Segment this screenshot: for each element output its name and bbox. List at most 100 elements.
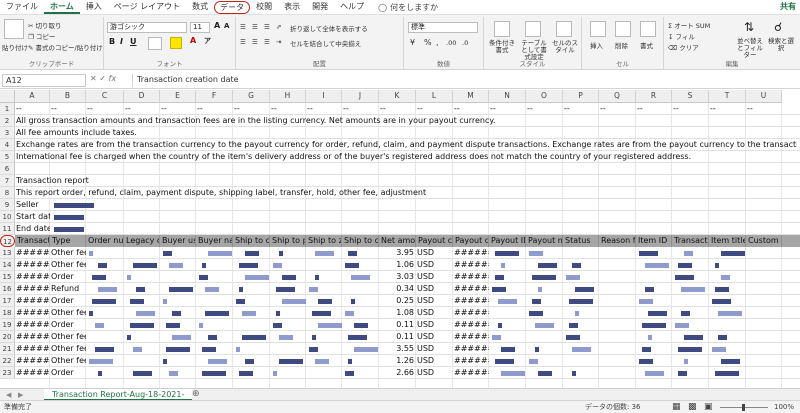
cell-styles-button[interactable]: セルのスタイル <box>550 40 580 54</box>
column-header[interactable]: P <box>563 90 599 103</box>
payout-date[interactable]: ######## <box>453 271 489 283</box>
page-break-view-icon[interactable]: ▣ <box>704 401 713 413</box>
note-text[interactable]: All gross transaction amounts and transa… <box>15 115 797 127</box>
transaction-date[interactable]: ######## <box>15 295 50 307</box>
underline-button[interactable]: U <box>130 37 137 46</box>
payout-currency[interactable]: USD <box>416 307 453 319</box>
row-header[interactable]: 2 <box>0 115 15 127</box>
cell-row1[interactable]: -- <box>160 103 196 115</box>
align-left-icon[interactable]: ☰ <box>240 38 246 46</box>
cell-row1[interactable]: -- <box>746 103 782 115</box>
net-amount[interactable]: 1.26 <box>379 355 416 367</box>
border-icon[interactable] <box>148 37 162 50</box>
paste-button[interactable]: 貼り付け <box>2 42 28 52</box>
payout-date[interactable]: ######## <box>453 355 489 367</box>
column-header[interactable]: K <box>379 90 416 103</box>
header-cell[interactable]: Buyer use <box>160 235 196 247</box>
column-header[interactable]: B <box>50 90 86 103</box>
cell-row1[interactable]: -- <box>196 103 233 115</box>
clear-button[interactable]: ⌫ クリア <box>668 42 699 52</box>
row-header[interactable]: 10 <box>0 211 15 223</box>
row-header[interactable]: 8 <box>0 187 15 199</box>
row-header[interactable]: 20 <box>0 331 15 343</box>
payout-date[interactable]: ######## <box>453 331 489 343</box>
header-cell[interactable]: Net amou <box>379 235 416 247</box>
row-header[interactable]: 14 <box>0 259 15 271</box>
conditional-format-icon[interactable] <box>494 21 510 37</box>
header-cell[interactable]: Transactio <box>15 235 50 247</box>
header-cell[interactable]: Item title <box>709 235 746 247</box>
header-cell[interactable]: Payout me <box>526 235 563 247</box>
merge-center-button[interactable]: セルを結合して中央揃え <box>290 38 361 48</box>
column-header[interactable]: S <box>672 90 709 103</box>
paste-icon[interactable] <box>4 19 24 39</box>
tab-help[interactable]: ヘルプ <box>334 0 370 14</box>
row-header[interactable]: 17 <box>0 295 15 307</box>
wrap-text-button[interactable]: 折り返して全体を表示する <box>290 23 368 33</box>
insert-cells-icon[interactable] <box>590 21 606 37</box>
shrink-font-button[interactable]: A <box>224 22 229 30</box>
transaction-type[interactable]: Other fee <box>50 343 86 355</box>
zoom-slider-thumb[interactable] <box>742 404 745 411</box>
row-header[interactable]: 19 <box>0 319 15 331</box>
row-header[interactable]: 1 <box>0 103 15 115</box>
column-header[interactable]: M <box>453 90 489 103</box>
number-format-select[interactable]: 標準 <box>408 22 478 33</box>
cell-row1[interactable]: -- <box>526 103 563 115</box>
header-cell[interactable]: Legacy or <box>124 235 160 247</box>
header-cell[interactable]: Buyer nam <box>196 235 233 247</box>
cell-row1[interactable]: -- <box>86 103 124 115</box>
decrease-decimal-icon[interactable]: .0 <box>462 39 468 47</box>
conditional-format-button[interactable]: 条件付き書式 <box>486 40 518 54</box>
transaction-date[interactable]: ######## <box>15 247 50 259</box>
find-select-icon[interactable]: ☌ <box>774 20 782 34</box>
transaction-type[interactable]: Order <box>50 319 86 331</box>
payout-date[interactable]: ######## <box>453 367 489 379</box>
select-all-corner[interactable] <box>0 90 15 103</box>
meta-label[interactable]: Start date <box>15 211 50 223</box>
row-header[interactable]: 21 <box>0 343 15 355</box>
transaction-type[interactable]: Order <box>50 367 86 379</box>
cell-row1[interactable]: -- <box>563 103 599 115</box>
tab-page-layout[interactable]: ページ レイアウト <box>108 0 186 14</box>
payout-date[interactable]: ######## <box>453 295 489 307</box>
column-header[interactable]: N <box>489 90 526 103</box>
column-header[interactable]: I <box>306 90 342 103</box>
align-top-icon[interactable]: ☰ <box>240 23 246 31</box>
header-cell[interactable]: Type <box>50 235 86 247</box>
cell-row1[interactable]: -- <box>416 103 453 115</box>
cell-row1[interactable]: -- <box>124 103 160 115</box>
report-title[interactable]: Transaction report <box>15 175 315 187</box>
format-cells-icon[interactable] <box>640 21 656 37</box>
column-header[interactable]: L <box>416 90 453 103</box>
report-description[interactable]: This report order, refund, claim, paymen… <box>15 187 615 199</box>
header-cell[interactable]: Payout ID <box>489 235 526 247</box>
cell-row1[interactable]: -- <box>636 103 672 115</box>
payout-date[interactable]: ######## <box>453 307 489 319</box>
header-cell[interactable]: Order num <box>86 235 124 247</box>
row-header[interactable]: 15 <box>0 271 15 283</box>
transaction-date[interactable]: ######## <box>15 331 50 343</box>
cut-button[interactable]: ✂ 切り取り <box>28 20 62 30</box>
row-header[interactable]: 6 <box>0 163 15 175</box>
header-cell[interactable]: Item ID <box>636 235 672 247</box>
format-painter-button[interactable]: ✎ 書式のコピー/貼り付け <box>28 42 103 52</box>
transaction-type[interactable]: Order <box>50 271 86 283</box>
column-header[interactable]: U <box>746 90 782 103</box>
row-header[interactable]: 9 <box>0 199 15 211</box>
name-box[interactable]: A12 <box>2 74 86 87</box>
header-cell[interactable]: Payout da <box>453 235 489 247</box>
payout-currency[interactable]: USD <box>416 247 453 259</box>
enter-icon[interactable]: ✓ <box>99 74 106 83</box>
header-cell[interactable]: Ship to co <box>342 235 379 247</box>
row-header[interactable]: 18 <box>0 307 15 319</box>
insert-button[interactable]: 挿入 <box>590 40 603 50</box>
cell-row1[interactable]: -- <box>270 103 306 115</box>
row-header[interactable]: 23 <box>0 367 15 379</box>
note-text[interactable]: All fee amounts include taxes. <box>15 127 797 139</box>
meta-label[interactable]: Seller <box>15 199 50 211</box>
cell-row1[interactable]: -- <box>306 103 342 115</box>
cell-styles-icon[interactable] <box>556 21 572 37</box>
cancel-icon[interactable]: ✕ <box>90 74 97 83</box>
transaction-date[interactable]: ######## <box>15 343 50 355</box>
